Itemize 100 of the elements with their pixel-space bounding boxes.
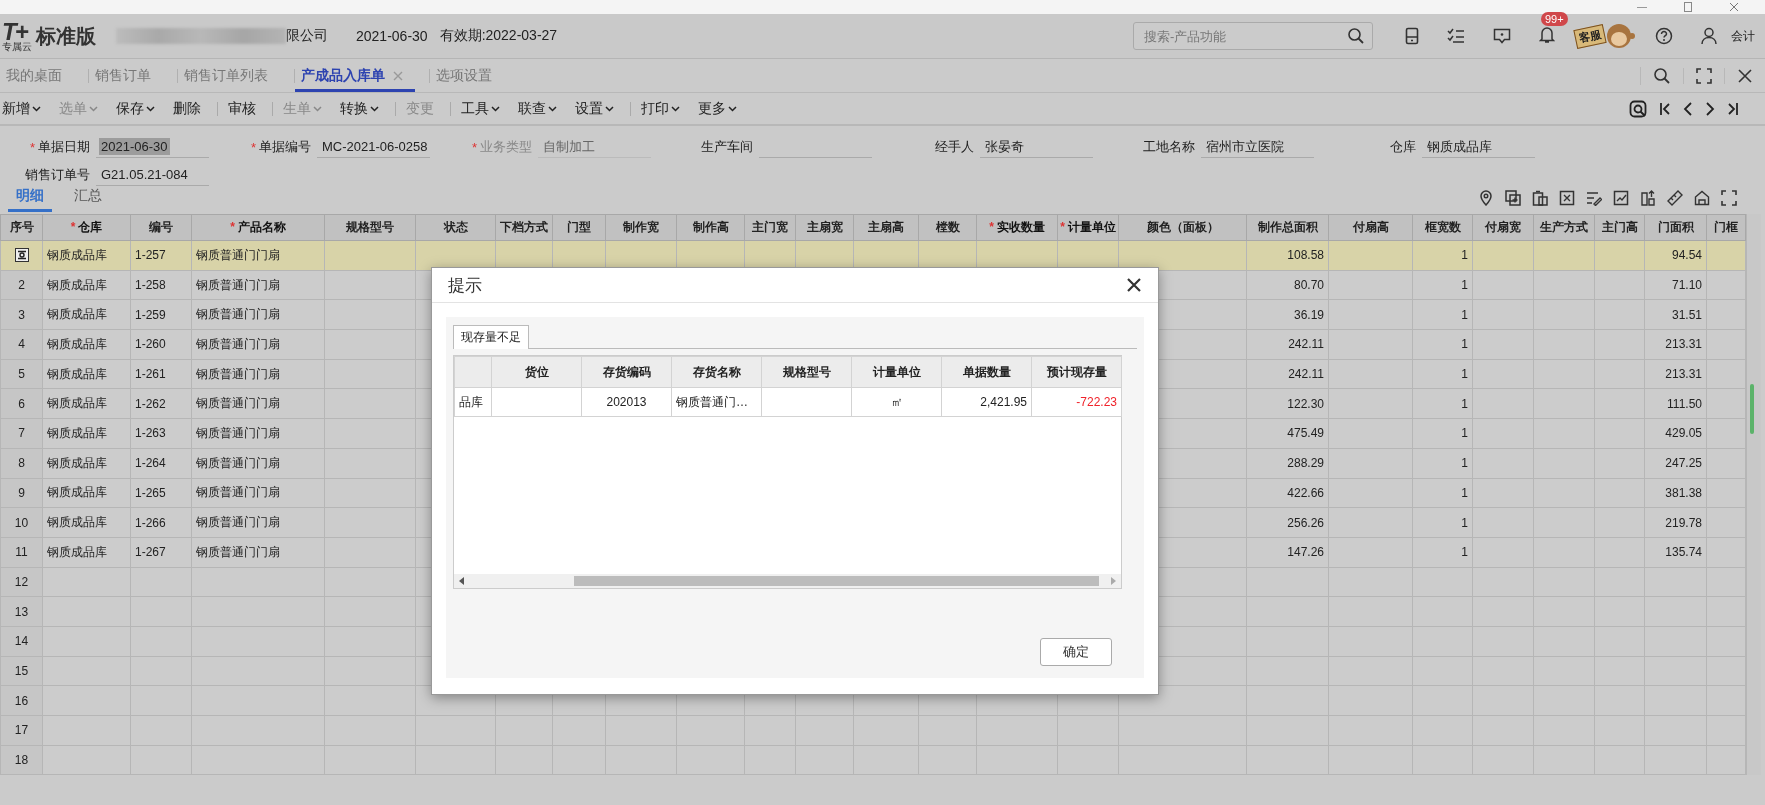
column-header[interactable]: 主门宽 <box>744 214 796 241</box>
columns-icon[interactable] <box>1640 190 1656 206</box>
field-label: 业务类型 <box>480 138 533 156</box>
column-header[interactable]: 付扇高 <box>1328 214 1413 241</box>
house-icon[interactable] <box>1694 190 1710 206</box>
message-icon[interactable] <box>1493 28 1511 44</box>
pin-icon[interactable] <box>1478 190 1494 206</box>
clipboard-icon[interactable] <box>1532 190 1548 206</box>
table-cell: 219.78 <box>1644 507 1707 538</box>
search-icon[interactable] <box>1347 27 1365 45</box>
table-cell: 1-267 <box>130 537 192 568</box>
toolbar-button[interactable]: 联查 <box>516 99 565 118</box>
table-cell: 1-259 <box>130 299 192 330</box>
first-record-icon[interactable] <box>1659 100 1671 117</box>
table-cell: 钢质成品库 <box>42 507 131 538</box>
toolbar-button[interactable]: 工具 <box>459 99 508 118</box>
maximize-icon[interactable] <box>1683 2 1693 12</box>
form-field[interactable]: 钢质成品库 <box>1422 136 1535 158</box>
ruler-icon[interactable] <box>1667 190 1683 206</box>
row-number: 9 <box>0 478 43 508</box>
column-header[interactable]: * 产品名称 <box>191 214 325 241</box>
checklist-icon[interactable] <box>1447 28 1465 44</box>
table-cell: 1-261 <box>130 359 192 389</box>
calculator-icon[interactable] <box>1405 27 1419 45</box>
form-field[interactable]: 张晏奇 <box>980 136 1093 158</box>
table-cell: 108.58 <box>1246 240 1329 271</box>
column-header[interactable]: 主门高 <box>1594 214 1645 241</box>
column-header[interactable]: 樘数 <box>918 214 977 241</box>
search-field[interactable]: 搜索-产品功能 <box>1133 22 1373 50</box>
toolbar-button[interactable]: 设置 <box>573 99 622 118</box>
column-header[interactable]: 门框 <box>1706 214 1746 241</box>
last-record-icon[interactable] <box>1727 100 1739 117</box>
column-header[interactable]: 门型 <box>552 214 606 241</box>
column-header[interactable]: 框宽数 <box>1412 214 1473 241</box>
user-role[interactable]: 会计 <box>1731 27 1755 45</box>
user-icon[interactable] <box>1701 27 1717 45</box>
column-header[interactable]: 生产方式 <box>1533 214 1595 241</box>
column-header[interactable]: 制作宽 <box>605 214 677 241</box>
toolbar-button[interactable]: 审核 <box>226 99 264 118</box>
toolbar-button[interactable]: 新增 <box>0 99 49 118</box>
box-icon[interactable] <box>1559 190 1575 206</box>
column-header[interactable]: 下档方式 <box>495 214 553 241</box>
previous-icon[interactable] <box>1683 100 1693 117</box>
column-header[interactable]: 编号 <box>130 214 192 241</box>
column-header[interactable]: * 实收数量 <box>976 214 1058 241</box>
expand-icon[interactable] <box>1721 190 1737 206</box>
column-header[interactable]: 主扇高 <box>853 214 919 241</box>
column-header[interactable]: 制作高 <box>676 214 745 241</box>
table-cell: 钢质普通门门扇 <box>191 329 325 360</box>
table-cell: 1-260 <box>130 329 192 360</box>
column-header[interactable]: 付扇宽 <box>1472 214 1534 241</box>
column-header[interactable]: * 计量单位 <box>1057 214 1119 241</box>
table-cell: 1 <box>1412 537 1473 568</box>
column-header[interactable]: 规格型号 <box>324 214 416 241</box>
table-cell: 钢质成品库 <box>42 299 131 330</box>
row-number: 4 <box>0 329 43 360</box>
toolbar-button[interactable]: 打印 <box>639 99 688 118</box>
form-field[interactable]: G21.05.21-084 <box>96 164 209 186</box>
chart-icon[interactable] <box>1613 190 1629 206</box>
table-cell: 1-265 <box>130 478 192 508</box>
column-header[interactable]: 主扇宽 <box>795 214 854 241</box>
minimize-icon[interactable] <box>1637 6 1647 8</box>
toolbar-button[interactable]: 保存 <box>114 99 163 118</box>
pen-lines-icon[interactable] <box>1586 190 1602 206</box>
caret-icon <box>605 105 614 112</box>
required-mark: * <box>250 139 256 155</box>
scrollbar[interactable] <box>454 574 1121 588</box>
form-field[interactable]: 宿州市立医院 <box>1201 136 1314 158</box>
help-icon[interactable] <box>1655 27 1673 45</box>
table-cell: 1-258 <box>130 270 192 300</box>
column-header[interactable]: 状态 <box>415 214 496 241</box>
toolbar-button[interactable]: 转换 <box>338 99 387 118</box>
column-header: 单据数量 <box>941 356 1032 388</box>
column-header[interactable]: 序号 <box>0 214 43 241</box>
table-cell: 202013 <box>581 387 672 417</box>
form-field[interactable]: MC-2021-06-0258 <box>317 136 430 158</box>
support-sign[interactable]: 客服 <box>1573 23 1607 49</box>
next-icon[interactable] <box>1705 100 1715 117</box>
bell-icon[interactable] <box>1539 25 1555 44</box>
detail-tab[interactable]: 汇总 <box>66 187 110 212</box>
column-header[interactable]: 门面积 <box>1644 214 1707 241</box>
caret-icon <box>146 105 155 112</box>
page-tab[interactable]: 产成品入库单 <box>295 59 415 92</box>
toolbar-button[interactable]: 删除 <box>171 99 209 118</box>
dialog-tab[interactable]: 现存量不足 <box>453 325 529 349</box>
table-cell: 钢质普通门门扇 <box>191 388 325 419</box>
close-icon[interactable] <box>1126 277 1142 293</box>
caret-icon <box>548 105 557 112</box>
scroll-left-icon[interactable] <box>458 577 466 585</box>
validity-date: 有效期:2022-03-27 <box>439 27 558 45</box>
copy-plus-icon[interactable] <box>1505 190 1521 206</box>
toolbar-button[interactable]: 更多 <box>696 99 745 118</box>
column-header[interactable]: * 仓库 <box>42 214 131 241</box>
locate-icon[interactable] <box>1629 99 1647 118</box>
column-header[interactable]: 制作总面积 <box>1246 214 1329 241</box>
ok-button[interactable]: 确定 <box>1040 638 1112 666</box>
form-field[interactable]: 2021-06-30 <box>96 136 209 158</box>
table-cell: 1-262 <box>130 388 192 419</box>
column-header[interactable]: 颜色（面板） <box>1118 214 1247 241</box>
caret-icon <box>671 105 680 112</box>
